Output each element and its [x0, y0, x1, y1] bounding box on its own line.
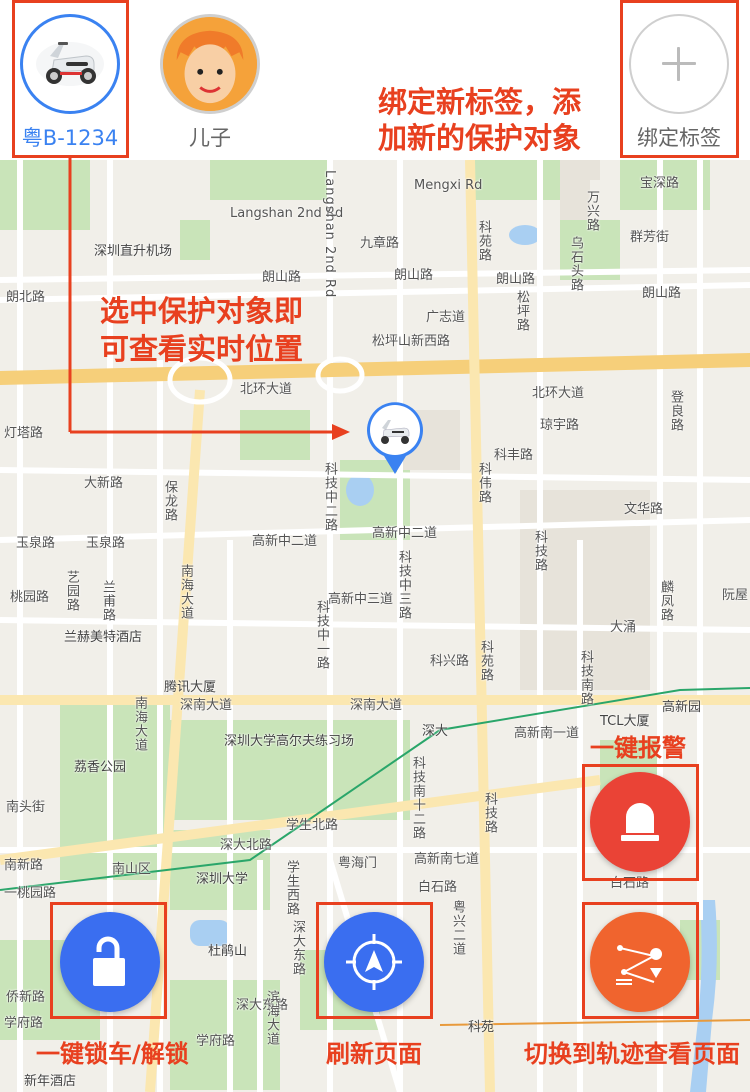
annotation-track-text: 切换到轨迹查看页面	[524, 1040, 740, 1068]
lock-unlock-button[interactable]	[60, 912, 160, 1012]
alarm-button[interactable]	[590, 772, 690, 872]
track-icon	[616, 945, 663, 985]
locate-icon	[346, 934, 402, 990]
track-view-button[interactable]	[590, 912, 690, 1012]
refresh-button[interactable]	[324, 912, 424, 1012]
siren-icon	[621, 803, 659, 841]
annotation-lock-text: 一键锁车/解锁	[36, 1040, 189, 1068]
annotation-alarm-text: 一键报警	[590, 734, 686, 762]
annotation-refresh-text: 刷新页面	[326, 1040, 422, 1068]
unlock-icon	[93, 936, 125, 986]
